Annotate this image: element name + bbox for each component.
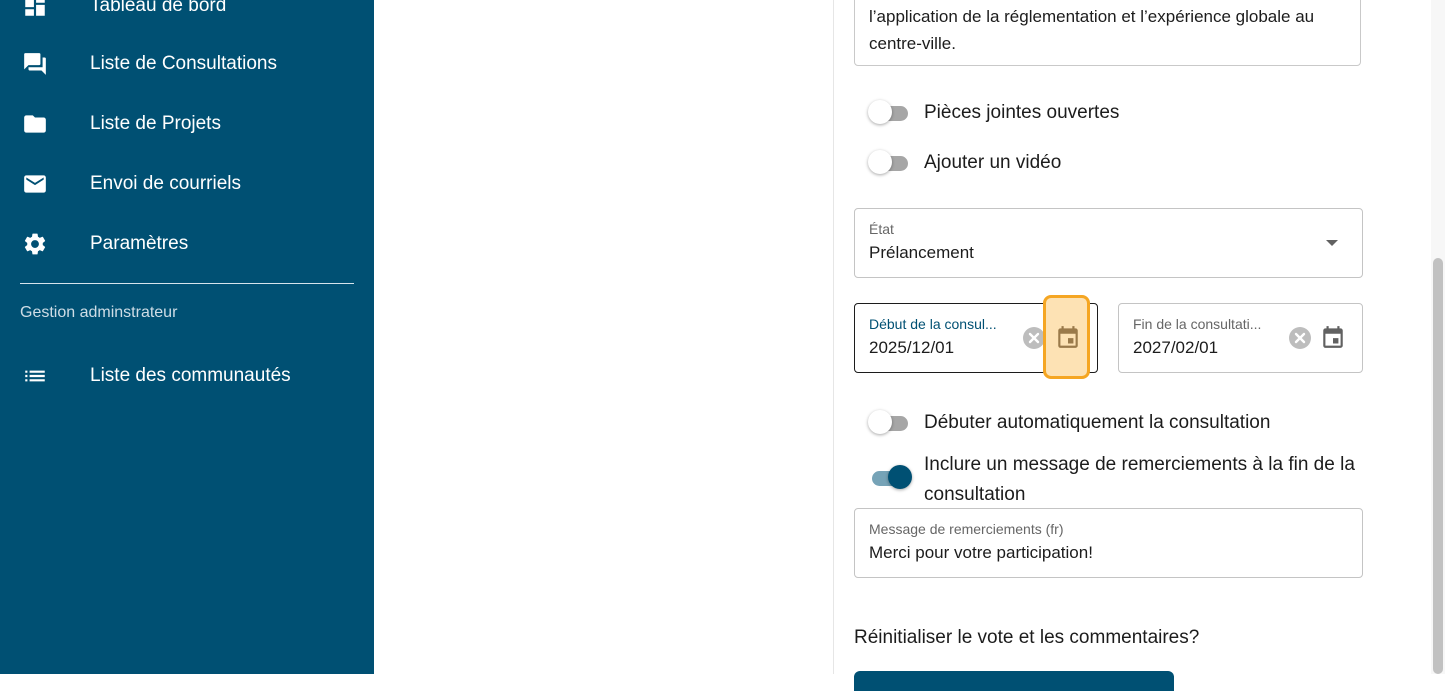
- reset-question: Réinitialiser le vote et les commentaire…: [854, 627, 1200, 648]
- description-textarea[interactable]: l’application de la réglementation et l’…: [854, 0, 1361, 66]
- sidebar-item-dashboard[interactable]: Tableau de bord: [0, 0, 374, 26]
- dashboard-icon: [22, 0, 48, 19]
- sidebar-item-label: Liste de Consultations: [90, 53, 277, 74]
- chevron-down-icon: [1326, 240, 1338, 246]
- list-icon: [22, 363, 48, 389]
- sidebar-item-emails[interactable]: Envoi de courriels: [0, 164, 374, 204]
- toggle-label: Pièces jointes ouvertes: [924, 102, 1120, 123]
- admin-section-label: Gestion adminstrateur: [20, 304, 178, 321]
- toggle-label: Débuter automatiquement la consultation: [924, 412, 1271, 433]
- sidebar-item-communities[interactable]: Liste des communautés: [0, 356, 374, 396]
- auto-start-toggle[interactable]: [868, 410, 910, 436]
- sidebar-item-label: Envoi de courriels: [90, 173, 242, 194]
- end-date-label: Fin de la consultati...: [1133, 316, 1262, 332]
- toggle-label: Inclure un message de remerciements à la…: [924, 454, 1355, 505]
- calendar-icon[interactable]: [1319, 323, 1347, 351]
- sidebar-item-label: Liste des communautés: [90, 365, 291, 386]
- thanks-message-toggle[interactable]: [868, 465, 912, 491]
- gear-icon: [22, 231, 48, 257]
- sidebar-item-projects[interactable]: Liste de Projets: [0, 104, 374, 144]
- content-divider: [833, 0, 834, 674]
- start-date-value: 2025/12/01: [869, 338, 955, 357]
- sidebar-item-label: Tableau de bord: [90, 0, 227, 16]
- video-toggle[interactable]: [868, 150, 910, 176]
- folder-icon: [22, 111, 48, 137]
- scrollbar-thumb[interactable]: [1433, 258, 1443, 674]
- attachments-toggle[interactable]: [868, 100, 910, 126]
- reset-button[interactable]: [854, 671, 1174, 691]
- state-label: État: [869, 221, 894, 237]
- sidebar-item-label: Paramètres: [90, 233, 189, 254]
- clear-icon[interactable]: [1288, 326, 1312, 350]
- thanks-message-value: Merci pour votre participation!: [869, 543, 1093, 562]
- sidebar-item-label: Liste de Projets: [90, 113, 221, 134]
- state-select[interactable]: État Prélancement: [854, 208, 1363, 278]
- sidebar-item-consultations[interactable]: Liste de Consultations: [0, 44, 374, 84]
- description-text: l’application de la réglementation et l’…: [869, 7, 1315, 53]
- sidebar-item-settings[interactable]: Paramètres: [0, 224, 374, 264]
- end-date-value: 2027/02/01: [1133, 338, 1219, 357]
- calendar-icon[interactable]: [1054, 323, 1082, 351]
- end-date-field[interactable]: Fin de la consultati... 2027/02/01: [1118, 303, 1363, 373]
- state-value: Prélancement: [869, 243, 974, 262]
- sidebar-divider: [20, 283, 354, 284]
- thanks-message-field[interactable]: Message de remerciements (fr) Merci pour…: [854, 508, 1363, 578]
- thanks-message-label: Message de remerciements (fr): [869, 521, 1064, 537]
- forum-icon: [22, 51, 48, 77]
- sidebar: Tableau de bord Liste de Consultations L…: [0, 0, 374, 674]
- mail-icon: [22, 171, 48, 197]
- start-date-label: Début de la consul...: [869, 316, 997, 332]
- toggle-label: Ajouter un vidéo: [924, 152, 1062, 173]
